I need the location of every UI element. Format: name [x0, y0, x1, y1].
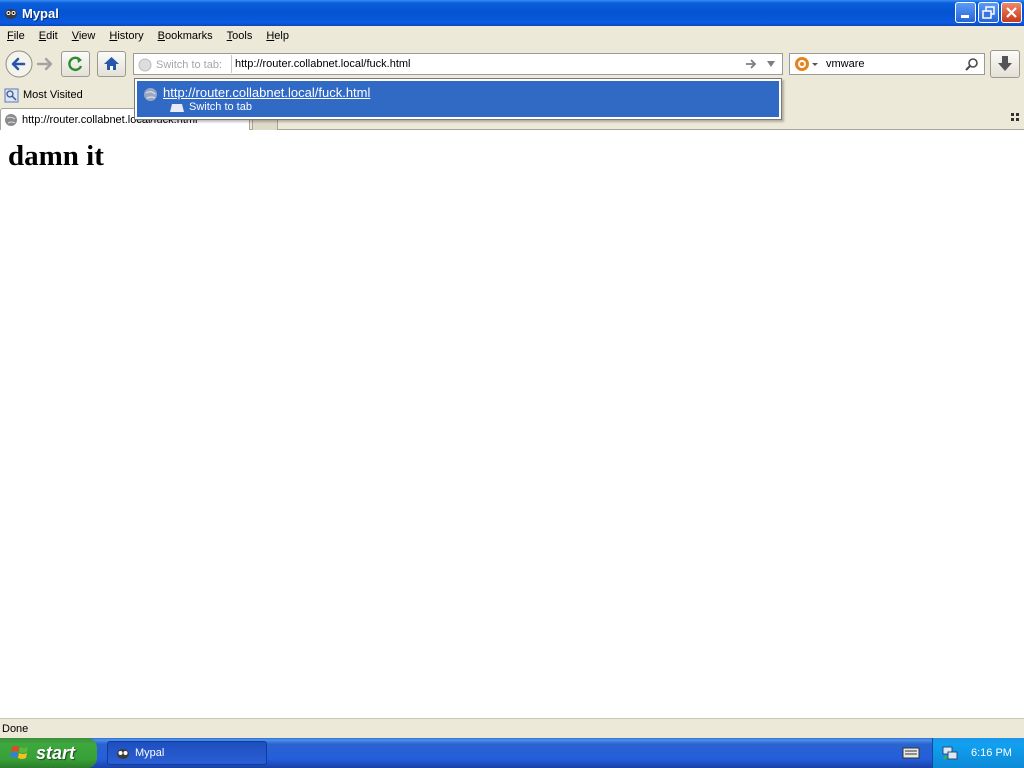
window-title: Mypal: [22, 5, 59, 21]
home-icon: [104, 57, 119, 70]
page-heading: damn it: [8, 140, 104, 172]
autocomplete-action: Switch to tab: [169, 101, 252, 113]
status-bar: Done: [0, 718, 1024, 738]
minimize-icon: [961, 15, 969, 18]
title-bar: Mypal: [0, 0, 1024, 26]
dropdown-arrow-icon[interactable]: [766, 59, 776, 69]
reload-icon: [68, 56, 83, 72]
taskbar: start Mypal 6:16 PM: [0, 738, 1024, 768]
bookmark-most-visited[interactable]: Most Visited: [4, 88, 83, 103]
switch-tab-icon: [170, 103, 184, 112]
menu-bookmarks[interactable]: Bookmarks: [151, 30, 220, 42]
menu-tools[interactable]: Tools: [220, 30, 260, 42]
download-icon: [998, 56, 1012, 71]
globe-icon: [144, 88, 157, 101]
menu-help[interactable]: Help: [259, 30, 296, 42]
reload-button[interactable]: [61, 51, 90, 77]
search-icon[interactable]: [965, 57, 979, 71]
menu-bar: File Edit View History Bookmarks Tools H…: [0, 26, 1024, 46]
search-input[interactable]: [826, 56, 956, 72]
app-icon: [5, 9, 17, 19]
start-button[interactable]: start: [0, 738, 97, 768]
url-input[interactable]: [235, 55, 735, 73]
url-bar[interactable]: Switch to tab:: [133, 53, 783, 75]
minimize-button[interactable]: [955, 2, 976, 23]
page-content: damn it: [0, 130, 1024, 718]
menu-history[interactable]: History: [102, 30, 150, 42]
autocomplete-popup: http://router.collabnet.local/fuck.html …: [134, 78, 782, 120]
most-visited-icon: [4, 88, 19, 102]
network-icon[interactable]: [941, 744, 959, 762]
search-engine-icon[interactable]: [794, 56, 822, 72]
forward-button[interactable]: [34, 54, 56, 74]
switch-to-tab-label: Switch to tab:: [138, 58, 222, 72]
restore-button[interactable]: [978, 2, 999, 23]
most-visited-label: Most Visited: [23, 89, 83, 101]
tab-list-icon[interactable]: [1010, 112, 1020, 122]
close-button[interactable]: [1001, 2, 1022, 23]
app-icon: [117, 749, 129, 759]
restore-icon: [982, 6, 995, 19]
autocomplete-item[interactable]: http://router.collabnet.local/fuck.html …: [137, 81, 779, 117]
taskbar-item-mypal[interactable]: Mypal: [107, 741, 267, 765]
switch-tab-icon: [138, 58, 152, 72]
menu-file[interactable]: File: [0, 30, 32, 42]
download-button[interactable]: [990, 50, 1020, 78]
system-tray: 6:16 PM: [932, 738, 1024, 768]
home-button[interactable]: [97, 51, 126, 77]
status-text: Done: [2, 722, 29, 735]
autocomplete-url: http://router.collabnet.local/fuck.html: [163, 85, 371, 100]
menu-edit[interactable]: Edit: [32, 30, 65, 42]
go-arrow-icon[interactable]: [744, 57, 758, 71]
keyboard-icon[interactable]: [902, 744, 920, 760]
taskbar-item-label: Mypal: [135, 747, 165, 759]
forward-icon: [36, 57, 53, 71]
clock: 6:16 PM: [971, 747, 1012, 759]
back-button[interactable]: [4, 50, 34, 80]
globe-icon: [5, 113, 17, 126]
start-label: start: [36, 742, 76, 763]
search-bar[interactable]: [789, 53, 985, 75]
menu-view[interactable]: View: [65, 30, 103, 42]
close-icon: [1006, 7, 1017, 18]
windows-logo-icon: [10, 746, 28, 759]
